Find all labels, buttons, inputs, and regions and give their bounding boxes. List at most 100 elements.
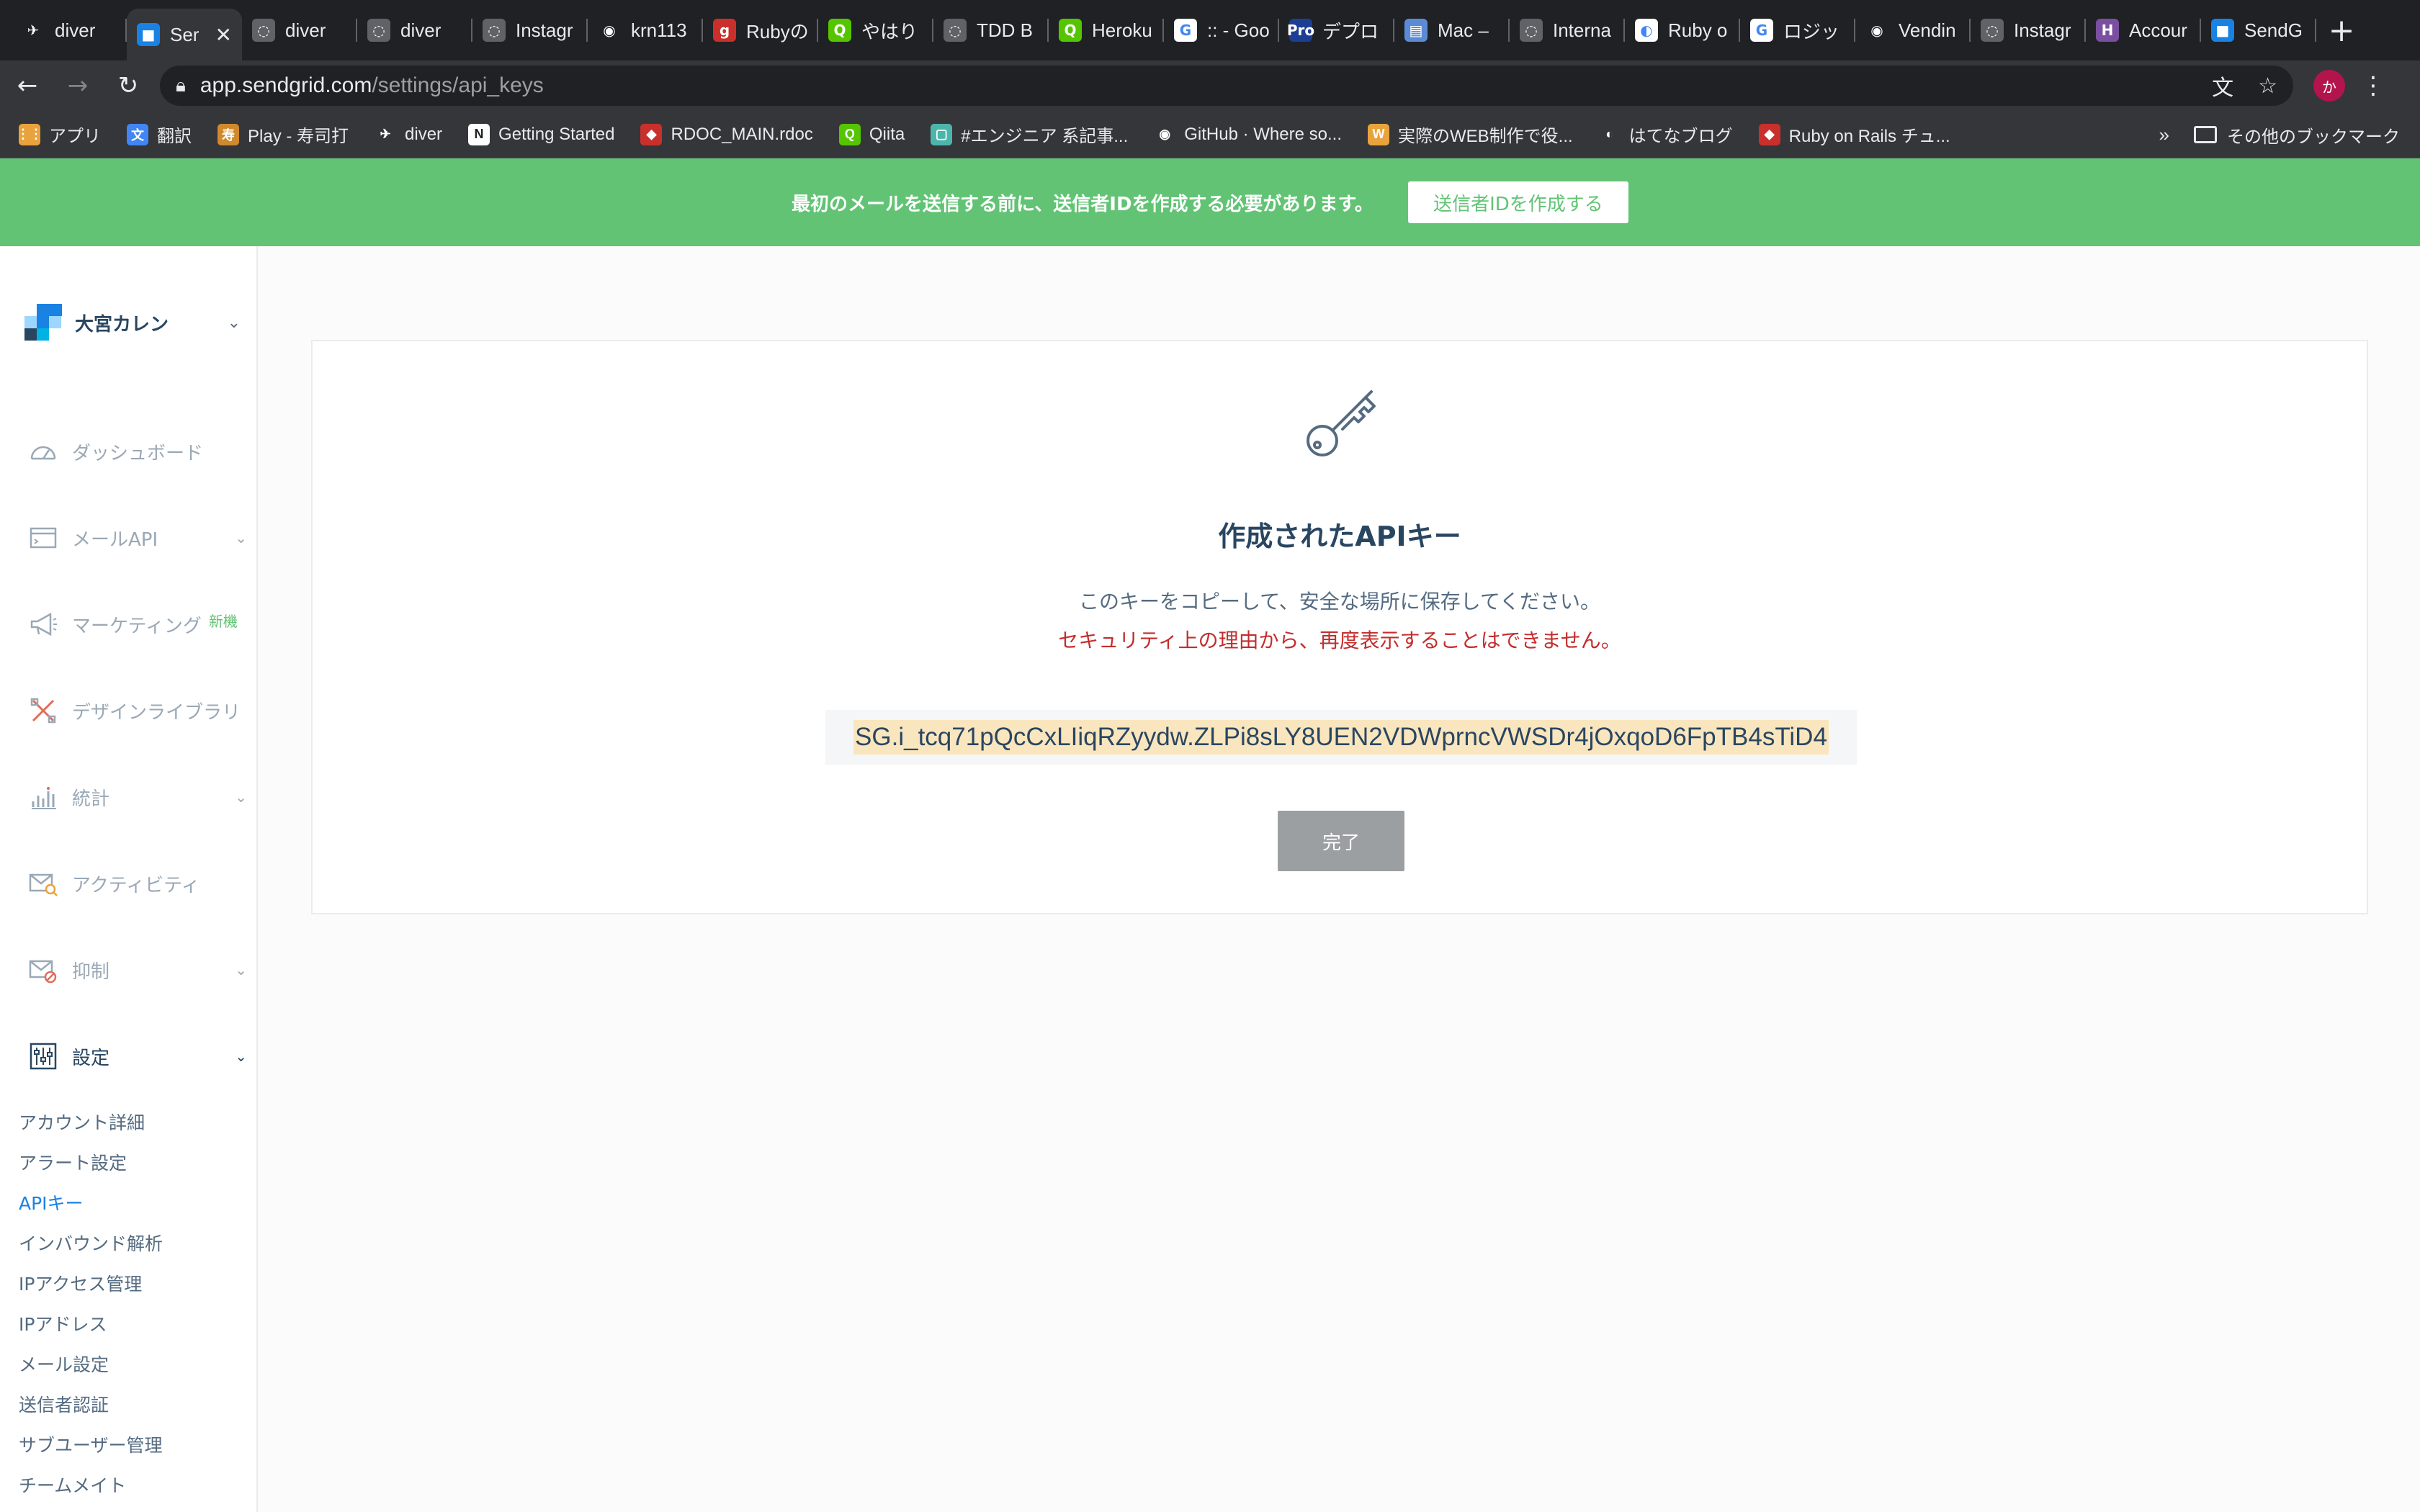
settings-subnav-item[interactable]: IPアクセス管理: [19, 1264, 163, 1305]
tab-title: Vendin: [1899, 19, 1956, 41]
browser-tab[interactable]: g Rubyの: [703, 0, 818, 60]
forward-arrow-icon[interactable]: →: [55, 63, 101, 109]
browser-tab[interactable]: ◌ Instagr: [1971, 0, 2086, 60]
bookmark-label: GitHub · Where so...: [1184, 124, 1342, 144]
settings-subnav-item[interactable]: チームメイト: [19, 1466, 163, 1506]
bookmarks-overflow-icon[interactable]: »: [2159, 124, 2169, 146]
browser-tab[interactable]: G ロジッ: [1740, 0, 1855, 60]
more-menu-icon[interactable]: ⋮: [2361, 71, 2385, 100]
settings-subnav-item[interactable]: IPアドレス: [19, 1305, 163, 1345]
settings-subnav-item[interactable]: APIキー: [19, 1184, 163, 1224]
create-sender-id-button[interactable]: 送信者IDを作成する: [1407, 181, 1628, 223]
bookmark-item[interactable]: W 実際のWEB制作で役...: [1367, 122, 1573, 147]
settings-subnav-item[interactable]: アカウント詳細: [19, 1103, 163, 1143]
browser-tab[interactable]: Q Heroku: [1049, 0, 1164, 60]
sidebar-item[interactable]: マーケティング 新機: [27, 605, 247, 644]
bookmark-label: 翻訳: [157, 127, 192, 146]
sidebar-item-label: 統計: [72, 788, 110, 810]
settings-subnav-item[interactable]: メール設定: [19, 1345, 163, 1385]
sidebar-item[interactable]: デザインライブラリ: [27, 691, 247, 730]
page-title: 作成されたAPIキー: [1218, 521, 1461, 552]
tab-favicon-icon: Q: [1059, 19, 1082, 42]
browser-toolbar: ← → ↻ 🔒︎ app.sendgrid.com/settings/api_k…: [0, 60, 2420, 111]
rails-icon: ◆: [1758, 123, 1780, 145]
bookmark-item[interactable]: ✈ diver: [375, 123, 442, 145]
api-key-value[interactable]: SG.i_tcq71pQcCxLIiqRZyydw.ZLPi8sLY8UEN2V…: [853, 720, 1829, 755]
tab-title: やはり: [861, 20, 918, 42]
banner-message: 最初のメールを送信する前に、送信者IDを作成する必要があります。: [792, 193, 1373, 215]
sidebar-item[interactable]: ダッシュボード: [27, 432, 247, 471]
browser-tab[interactable]: G:: - Goo: [1164, 0, 1279, 60]
account-switcher[interactable]: 大宮カレン ⌄: [24, 304, 241, 341]
profile-avatar[interactable]: か: [2313, 70, 2345, 102]
browser-tab[interactable]: ◌ Instagr: [472, 0, 588, 60]
browser-tab-strip: ✈ diver ■ Ser ✕ ◌ diver ◌ diver ◌ Instagr ◉ krn113 g R…: [0, 0, 2420, 60]
bookmark-item[interactable]: Q Qiita: [838, 123, 905, 145]
done-button[interactable]: 完了: [1278, 811, 1404, 871]
bookmark-item[interactable]: ▢ #エンジニア 系記事...: [931, 122, 1128, 147]
sidebar-item[interactable]: 設定 ⌄: [27, 1037, 247, 1076]
browser-tab[interactable]: ◌ Interna: [1510, 0, 1625, 60]
browser-tab[interactable]: Pro デプロ: [1279, 0, 1394, 60]
sidebar-item[interactable]: 抑制 ⌄: [27, 950, 247, 989]
tab-title: Interna: [1553, 19, 1611, 41]
bookmark-item[interactable]: 寿 Play - 寿司打: [218, 122, 349, 147]
sidebar-item[interactable]: アクティビティ: [27, 864, 247, 903]
back-arrow-icon[interactable]: ←: [4, 63, 50, 109]
sidebar-item[interactable]: 統計 ⌄: [27, 778, 247, 816]
browser-tab[interactable]: ◌ diver: [357, 0, 472, 60]
bookmark-item[interactable]: ⋮⋮ アプリ: [17, 122, 101, 147]
bookmark-item[interactable]: ◆ Ruby on Rails チュ...: [1758, 122, 1950, 147]
star-bookmark-icon[interactable]: ☆: [2258, 73, 2277, 99]
browser-tab[interactable]: ■ Ser ✕: [127, 9, 242, 60]
sender-id-banner: 最初のメールを送信する前に、送信者IDを作成する必要があります。 送信者IDを作…: [0, 158, 2420, 246]
browser-tab[interactable]: ◉ Vendin: [1855, 0, 1971, 60]
megaphone-icon: [27, 608, 59, 640]
bookmark-label: アプリ: [49, 127, 101, 146]
browser-tab[interactable]: ◌ TDD B: [933, 0, 1049, 60]
bookmark-item[interactable]: N Getting Started: [468, 123, 615, 145]
bookmark-item[interactable]: ◆ RDOC_MAIN.rdoc: [640, 123, 813, 145]
browser-tab[interactable]: ◌ diver: [242, 0, 357, 60]
tab-favicon-icon: ▤: [1404, 19, 1428, 42]
tab-favicon-icon: ◌: [252, 19, 275, 42]
bookmark-label: Play - 寿司打: [248, 127, 349, 146]
url-host: app.sendgrid.com: [200, 73, 372, 97]
bookmark-label: Getting Started: [498, 124, 615, 144]
tab-favicon-icon: ◉: [598, 19, 621, 42]
browser-tab[interactable]: ▤ Mac –: [1394, 0, 1510, 60]
browser-tab[interactable]: H Accour: [2086, 0, 2201, 60]
tab-title: SendG: [2244, 19, 2303, 41]
tab-favicon-icon: G: [1750, 19, 1773, 42]
browser-tab[interactable]: Q やはり: [818, 0, 933, 60]
tab-title: Accour: [2129, 19, 2187, 41]
browser-tab[interactable]: ✈ diver: [12, 0, 127, 60]
bookmark-item[interactable]: ◉ GitHub · Where so...: [1154, 123, 1342, 145]
github-icon: ◉: [1154, 123, 1176, 145]
bookmark-page-icon: ▢: [931, 123, 953, 145]
other-bookmarks-label: その他のブックマーク: [2227, 127, 2400, 147]
address-bar[interactable]: 🔒︎ app.sendgrid.com/settings/api_keys 文 …: [160, 66, 2293, 106]
api-key-box[interactable]: SG.i_tcq71pQcCxLIiqRZyydw.ZLPi8sLY8UEN2V…: [825, 710, 1857, 765]
settings-subnav-item[interactable]: サブユーザー管理: [19, 1426, 163, 1466]
translate-icon[interactable]: 文: [2212, 70, 2233, 102]
settings-subnav-item[interactable]: インバウンド解析: [19, 1224, 163, 1264]
other-bookmarks[interactable]: » その他のブックマーク: [2159, 111, 2400, 158]
account-name: 大宮カレン: [75, 313, 169, 336]
settings-subnav-item[interactable]: アラート設定: [19, 1143, 163, 1184]
security-warning: セキュリティ上の理由から、再度表示することはできません。: [1058, 629, 1621, 652]
bookmarks-bar: ⋮⋮ アプリ 文翻訳 寿 Play - 寿司打 ✈ diver N Getting Starte…: [0, 111, 2420, 158]
new-badge: 新機: [208, 612, 238, 630]
settings-subnav-item[interactable]: 送信者認証: [19, 1385, 163, 1426]
browser-tab[interactable]: ◉ krn113: [588, 0, 703, 60]
tab-title: diver: [285, 19, 326, 41]
browser-tab[interactable]: ■ SendG: [2201, 0, 2316, 60]
chevron-down-icon: ⌄: [235, 1048, 247, 1065]
close-tab-icon[interactable]: ✕: [215, 23, 232, 47]
new-tab-button[interactable]: +: [2316, 0, 2367, 60]
browser-tab[interactable]: ◐ Ruby o: [1625, 0, 1740, 60]
bookmark-item[interactable]: ◐ はてなブログ: [1598, 122, 1733, 147]
bookmark-item[interactable]: 文翻訳: [127, 122, 192, 147]
sidebar-item[interactable]: メールAPI ⌄: [27, 518, 247, 557]
reload-icon[interactable]: ↻: [105, 63, 151, 109]
